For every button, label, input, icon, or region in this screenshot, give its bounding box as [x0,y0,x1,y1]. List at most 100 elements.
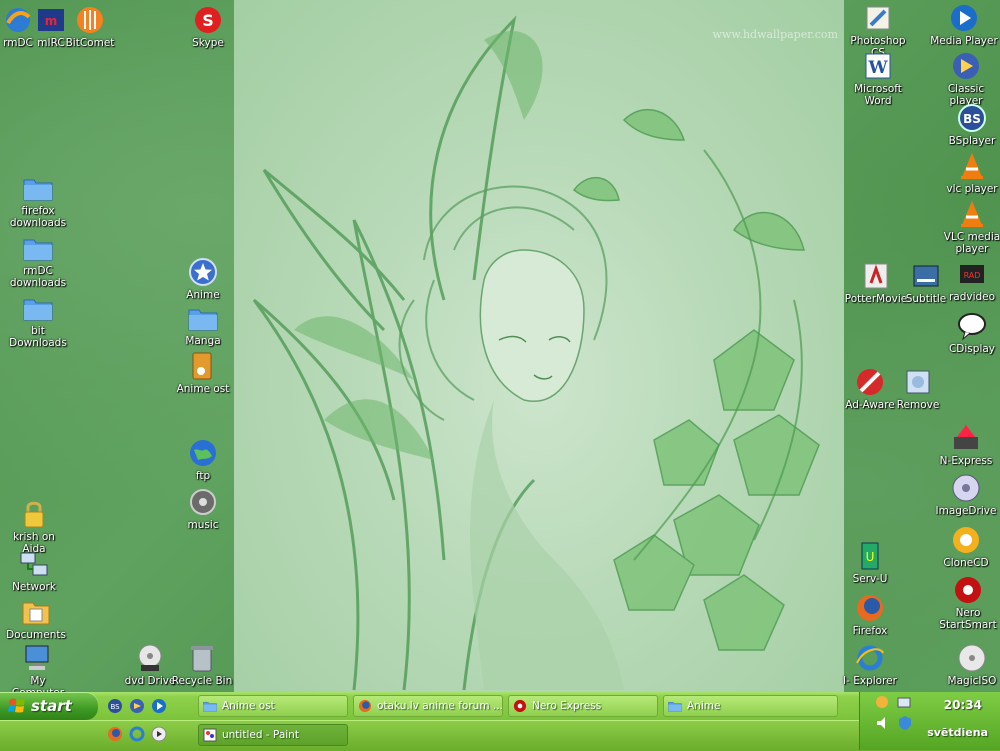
quicklaunch-ie[interactable] [128,725,146,743]
folder-icon [22,232,54,264]
desktop-icon-bsplayer[interactable]: BS BSplayer [938,102,1000,147]
music-folder-icon [187,350,219,382]
taskbar: start BS Anime ost otaku.lv anime forum .… [0,692,1000,751]
desktop-icon-media-player[interactable]: Media Player [930,2,998,47]
system-tray: 20:34 svētdiena [859,692,1000,750]
task-button-anime[interactable]: Anime [663,695,838,717]
task-button-label: untitled - Paint [222,729,299,741]
desktop-icon-label: My Computer [12,675,64,692]
desktop-icon-nero-startsmart[interactable]: Nero StartSmart [934,574,1000,631]
task-button-nero-express[interactable]: Nero Express [508,695,658,717]
desktop-icon-anime[interactable]: Anime [169,256,237,301]
quicklaunch-player[interactable] [150,725,168,743]
desktop-icon-documents[interactable]: Documents [2,596,70,641]
adaware-icon [854,366,886,398]
tray-lamp-icon[interactable] [874,695,890,711]
desktop-icon-label: MagicISO [947,675,997,687]
desktop-icon-firefox[interactable]: Firefox [836,592,904,637]
media-player-icon [152,699,166,713]
desktop-icon-bit-downloads[interactable]: bit Downloads [4,292,72,349]
magiciso-icon [956,642,988,674]
bsplayer-icon: BS [108,699,122,713]
recycle-bin-icon [186,642,218,674]
desktop-icon-label: Subtitle [905,293,947,305]
desktop-icon-label: Manga [185,335,221,347]
folder-icon [22,172,54,204]
desktop-icon-vlc-media-player[interactable]: VLC media player [938,198,1000,255]
desktop-icon-music[interactable]: music [169,486,237,531]
desktop-icon-firefox-downloads[interactable]: firefox downloads [4,172,72,229]
desktop-icon-label: Recycle Bin [171,675,233,687]
tray-volume-icon[interactable] [874,714,892,732]
desktop-icon-manga[interactable]: Manga [169,302,237,347]
folder-icon [668,699,682,713]
task-button-label: otaku.lv anime forum ... [377,700,503,712]
desktop-icon-rmdc-downloads[interactable]: rmDC downloads [4,232,72,289]
task-button-untitled-paint[interactable]: untitled - Paint [198,724,348,746]
desktop-icon-remove[interactable]: Remove [884,366,952,411]
desktop-icon-label: ftp [195,470,211,482]
desktop-icon-label: Anime [186,289,220,301]
clock[interactable]: 20:34 [944,698,982,712]
nexpress-icon [950,422,982,454]
vlc-icon [956,150,988,182]
desktop-icon-label: bit Downloads [9,325,67,349]
start-button[interactable]: start [0,692,98,720]
wallpaper-fairy: www.hdwallpaper.com [234,0,844,692]
task-button-otaku-lv-anime-forum[interactable]: otaku.lv anime forum ... [353,695,503,717]
photoshop-icon [862,2,894,34]
desktop-icon-label: music [187,519,219,531]
folder-icon [22,292,54,324]
desktop-icon-vlc-player[interactable]: vlc player [938,150,1000,195]
svg-text:RAD: RAD [964,271,981,280]
desktop-icon-label: N-Express [939,455,993,467]
watermark: www.hdwallpaper.com [712,28,839,41]
tray-network-icon[interactable] [896,695,912,711]
folder-icon [187,302,219,334]
desktop-icon-label: BSplayer [948,135,996,147]
firefox-icon [358,699,372,713]
music-icon [187,486,219,518]
quicklaunch-bsplayer[interactable]: BS [106,697,124,715]
svg-text:U: U [866,550,875,564]
desktop-icon-label: firefox downloads [9,205,67,229]
desktop-icon-n-express[interactable]: N-Express [932,422,1000,467]
desktop-icon-i-explorer[interactable]: I- Explorer [836,642,904,687]
quicklaunch-classic-player[interactable] [128,697,146,715]
desktop-icon-krish-on-aida[interactable]: krish on Aida [0,498,68,555]
skype-icon: S [192,4,224,36]
media-player-icon [948,2,980,34]
desktop-icon-label: Network [12,581,56,593]
desktop-icon-bitcomet[interactable]: BitComet [56,4,124,49]
task-button-anime-ost[interactable]: Anime ost [198,695,348,717]
desktop-icon-microsoft-word[interactable]: W Microsoft Word [844,50,912,107]
desktop-icon-label: Skype [192,37,224,49]
desktop-icon-clonecd[interactable]: CloneCD [932,524,1000,569]
desktop-icon-recycle-bin[interactable]: Recycle Bin [168,642,236,687]
desktop-icon-magiciso[interactable]: MagicISO [938,642,1000,687]
star-icon [187,256,219,288]
tray-shield-icon[interactable] [896,714,914,732]
desktop-icon-imagedrive[interactable]: ImageDrive [932,472,1000,517]
desktop-icon-my-computer[interactable]: My Computer [4,642,72,692]
desktop: www.hdwallpaper.com rmDC m mIRC BitComet S Sk… [0,0,1000,692]
cdisplay-icon [956,310,988,342]
desktop-icon-subtitle[interactable]: Subtitle [892,260,960,305]
desktop-icon-label: Documents [6,629,66,641]
quicklaunch-firefox[interactable] [106,725,124,743]
desktop-icon-skype[interactable]: S Skype [174,4,242,49]
quicklaunch-media-player[interactable] [150,697,168,715]
desktop-icon-serv-u[interactable]: U Serv-U [836,540,904,585]
svg-text:S: S [202,11,214,30]
desktop-icon-label: Microsoft Word [854,83,902,107]
desktop-icon-cdisplay[interactable]: CDisplay [938,310,1000,355]
desktop-icon-network[interactable]: Network [0,548,68,593]
desktop-icon-label: I- Explorer [843,675,897,687]
desktop-icon-ftp[interactable]: ftp [169,437,237,482]
desktop-icon-anime-ost[interactable]: Anime ost [169,350,237,395]
bitcomet-icon [74,4,106,36]
lock-icon [18,498,50,530]
nero-icon [952,574,984,606]
svg-text:BS: BS [110,703,120,711]
desktop-icon-classic-player[interactable]: Classic player [932,50,1000,107]
